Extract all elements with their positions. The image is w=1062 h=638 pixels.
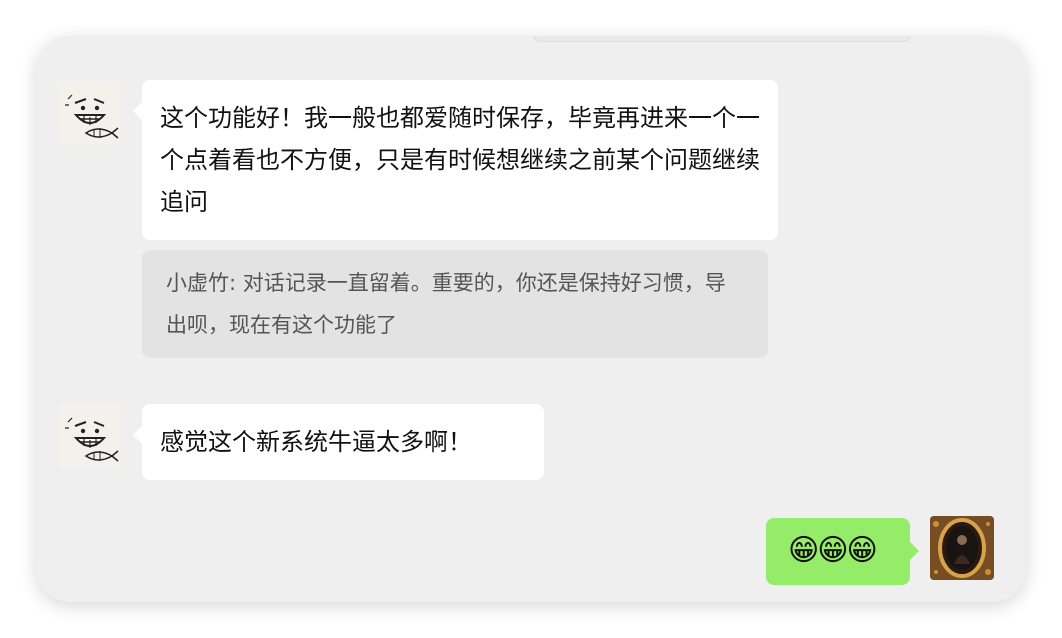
- contact-avatar[interactable]: [58, 404, 122, 468]
- message-bubble[interactable]: 这个功能好！我一般也都爱随时保存，毕竟再进来一个一个点着看也不方便，只是有时候想…: [133, 80, 778, 240]
- sketch-face-icon: [58, 81, 122, 145]
- message-text: 感觉这个新系统牛逼太多啊！: [160, 428, 472, 456]
- sketch-face-icon: [58, 404, 122, 468]
- message-text: 😁😁😁: [788, 533, 878, 568]
- chat-panel: 这个功能好！我一般也都爱随时保存，毕竟再进来一个一个点着看也不方便，只是有时候想…: [36, 36, 1026, 602]
- message-text: 这个功能好！我一般也都爱随时保存，毕竟再进来一个一个点着看也不方便，只是有时候想…: [160, 104, 760, 216]
- contact-avatar[interactable]: [58, 81, 122, 145]
- self-avatar[interactable]: [930, 516, 994, 580]
- mirror-photo-icon: [930, 516, 994, 580]
- quoted-message-text: 小虚竹: 对话记录一直留着。重要的，你还是保持好习惯，导出呗，现在有这个功能了: [166, 271, 726, 337]
- message-bubble[interactable]: 😁😁😁: [766, 518, 919, 585]
- timestamp-pill: [532, 36, 912, 42]
- message-bubble[interactable]: 感觉这个新系统牛逼太多啊！: [133, 404, 544, 480]
- quoted-message[interactable]: 小虚竹: 对话记录一直留着。重要的，你还是保持好习惯，导出呗，现在有这个功能了: [142, 250, 768, 358]
